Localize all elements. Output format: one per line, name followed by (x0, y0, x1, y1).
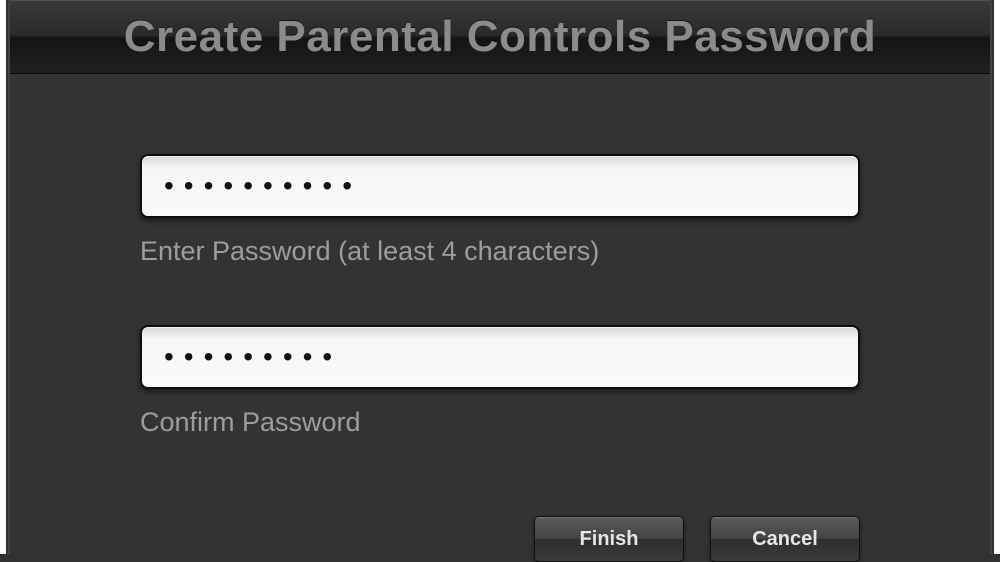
confirm-password-label: Confirm Password (140, 407, 860, 438)
dialog-frame: Create Parental Controls Password Enter … (8, 0, 992, 554)
dialog-button-row: Finish Cancel (534, 516, 860, 562)
password-input[interactable] (140, 154, 860, 218)
confirm-password-input[interactable] (140, 325, 860, 389)
window-left-edge (0, 0, 6, 554)
dialog-content: Enter Password (at least 4 characters) C… (10, 74, 990, 438)
window-right-edge (994, 0, 1000, 554)
finish-button[interactable]: Finish (534, 516, 684, 562)
dialog-title-bar: Create Parental Controls Password (10, 0, 990, 74)
password-field-group: Enter Password (at least 4 characters) (140, 154, 860, 267)
cancel-button[interactable]: Cancel (710, 516, 860, 562)
dialog-title: Create Parental Controls Password (124, 12, 877, 62)
password-label: Enter Password (at least 4 characters) (140, 236, 860, 267)
confirm-password-field-group: Confirm Password (140, 325, 860, 438)
